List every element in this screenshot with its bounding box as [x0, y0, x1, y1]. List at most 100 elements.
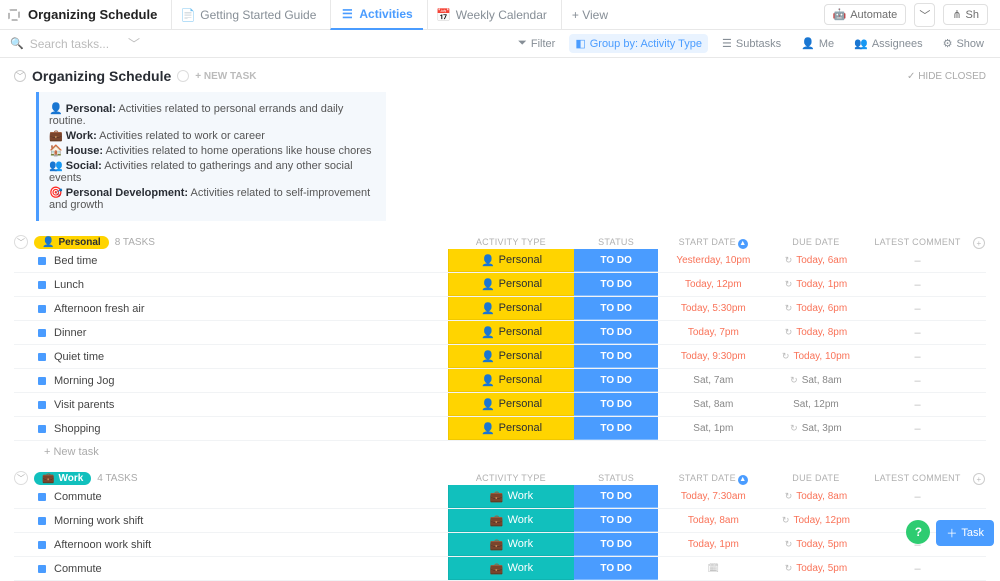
start-date-cell[interactable]: Sat, 1pm [658, 417, 769, 440]
task-title-cell[interactable]: Commute [14, 557, 448, 580]
status-square[interactable] [38, 281, 46, 289]
activity-type-cell[interactable]: 💼Work [448, 485, 575, 508]
search-tasks-input[interactable]: 🔍 Search tasks... ﹀ [10, 35, 140, 52]
column-header-type[interactable]: ACTIVITY TYPE [447, 473, 574, 485]
due-date-cell[interactable]: ↻Today, 8pm [769, 321, 863, 344]
task-row[interactable]: Commute 💼Work TO DO 🗓 ↻Today, 5pm – [14, 557, 986, 581]
activity-type-cell[interactable]: 💼Work [448, 533, 575, 556]
add-column-button[interactable]: + [973, 473, 985, 485]
task-row[interactable]: Morning work shift 💼Work TO DO Today, 8a… [14, 509, 986, 533]
date-placeholder-icon[interactable]: 🗓 [708, 563, 719, 574]
help-button[interactable]: ? [906, 520, 930, 544]
subtasks-button[interactable]: ☰Subtasks [716, 34, 787, 53]
new-task-button[interactable]: ＋Task [936, 520, 994, 546]
activity-type-cell[interactable]: 💼Work [448, 509, 575, 532]
task-title-cell[interactable]: Shopping [14, 417, 448, 440]
activity-type-cell[interactable]: 👤Personal [448, 417, 575, 440]
column-header-type[interactable]: ACTIVITY TYPE [447, 237, 574, 249]
status-cell[interactable]: TO DO [574, 533, 657, 556]
activity-type-cell[interactable]: 💼Work [448, 557, 575, 580]
task-row[interactable]: Dinner 👤Personal TO DO Today, 7pm ↻Today… [14, 321, 986, 345]
latest-comment-cell[interactable]: – [863, 393, 972, 416]
assignees-button[interactable]: 👥Assignees [848, 34, 928, 53]
latest-comment-cell[interactable]: – [863, 485, 972, 508]
hide-closed-toggle[interactable]: ✓ HIDE CLOSED [907, 71, 986, 82]
activity-type-cell[interactable]: 👤Personal [448, 393, 575, 416]
column-header-status[interactable]: STATUS [574, 473, 657, 485]
status-cell[interactable]: TO DO [574, 249, 657, 272]
show-button[interactable]: ⚙Show [937, 34, 990, 53]
task-row[interactable]: Afternoon fresh air 👤Personal TO DO Toda… [14, 297, 986, 321]
task-title-cell[interactable]: Afternoon work shift [14, 533, 448, 556]
latest-comment-cell[interactable]: – [863, 369, 972, 392]
status-cell[interactable]: TO DO [574, 297, 657, 320]
status-square[interactable] [38, 517, 46, 525]
task-row[interactable]: Commute 💼Work TO DO Today, 7:30am ↻Today… [14, 485, 986, 509]
due-date-cell[interactable]: ↻Today, 8am [769, 485, 863, 508]
task-row[interactable]: Morning Jog 👤Personal TO DO Sat, 7am ↻Sa… [14, 369, 986, 393]
activity-type-cell[interactable]: 👤Personal [448, 369, 575, 392]
status-cell[interactable]: TO DO [574, 369, 657, 392]
column-header-comment[interactable]: LATEST COMMENT [863, 237, 972, 249]
start-date-cell[interactable]: Sat, 7am [658, 369, 769, 392]
latest-comment-cell[interactable]: – [863, 345, 972, 368]
due-date-cell[interactable]: Sat, 12pm [769, 393, 863, 416]
tab-weekly-calendar[interactable]: 📅 Weekly Calendar [427, 0, 557, 30]
task-title-cell[interactable]: Lunch [14, 273, 448, 296]
activity-type-cell[interactable]: 👤Personal [448, 249, 575, 272]
status-cell[interactable]: TO DO [574, 557, 657, 580]
me-button[interactable]: 👤Me [795, 34, 840, 53]
latest-comment-cell[interactable]: – [863, 557, 972, 580]
status-square[interactable] [38, 305, 46, 313]
column-header-start[interactable]: START DATE▲ [658, 473, 769, 485]
status-cell[interactable]: TO DO [574, 485, 657, 508]
latest-comment-cell[interactable]: – [863, 273, 972, 296]
column-header-due[interactable]: DUE DATE [769, 473, 863, 485]
start-date-cell[interactable]: Yesterday, 10pm [658, 249, 769, 272]
automate-button[interactable]: 🤖 Automate [824, 4, 907, 25]
status-square[interactable] [38, 541, 46, 549]
status-cell[interactable]: TO DO [574, 393, 657, 416]
activity-type-cell[interactable]: 👤Personal [448, 345, 575, 368]
task-title-cell[interactable]: Morning Jog [14, 369, 448, 392]
start-date-cell[interactable]: Today, 8am [658, 509, 769, 532]
due-date-cell[interactable]: ↻Today, 5pm [769, 533, 863, 556]
status-square[interactable] [38, 377, 46, 385]
start-date-cell[interactable]: Today, 1pm [658, 533, 769, 556]
status-square[interactable] [38, 329, 46, 337]
tab-activities[interactable]: ☰ Activities [330, 0, 422, 30]
status-cell[interactable]: TO DO [574, 321, 657, 344]
list-settings-button[interactable] [177, 70, 189, 82]
collapse-list-button[interactable]: ﹀ [14, 70, 26, 82]
due-date-cell[interactable]: ↻Sat, 8am [769, 369, 863, 392]
status-cell[interactable]: TO DO [574, 273, 657, 296]
latest-comment-cell[interactable]: – [863, 321, 972, 344]
start-date-cell[interactable]: Sat, 8am [658, 393, 769, 416]
task-row[interactable]: Bed time 👤Personal TO DO Yesterday, 10pm… [14, 249, 986, 273]
status-cell[interactable]: TO DO [574, 509, 657, 532]
activity-type-cell[interactable]: 👤Personal [448, 297, 575, 320]
filter-button[interactable]: ⏷Filter [512, 34, 561, 53]
task-row[interactable]: Quiet time 👤Personal TO DO Today, 9:30pm… [14, 345, 986, 369]
due-date-cell[interactable]: ↻Today, 12pm [769, 509, 863, 532]
task-row[interactable]: Shopping 👤Personal TO DO Sat, 1pm ↻Sat, … [14, 417, 986, 441]
activity-type-cell[interactable]: 👤Personal [448, 321, 575, 344]
start-date-cell[interactable]: Today, 7pm [658, 321, 769, 344]
start-date-cell[interactable]: Today, 9:30pm [658, 345, 769, 368]
task-title-cell[interactable]: Bed time [14, 249, 448, 272]
column-header-due[interactable]: DUE DATE [769, 237, 863, 249]
due-date-cell[interactable]: ↻Today, 1pm [769, 273, 863, 296]
task-row[interactable]: Lunch 👤Personal TO DO Today, 12pm ↻Today… [14, 273, 986, 297]
task-title-cell[interactable]: Visit parents [14, 393, 448, 416]
share-button[interactable]: ⋔ Sh [943, 4, 988, 25]
status-square[interactable] [38, 353, 46, 361]
new-task-link[interactable]: + NEW TASK [195, 71, 256, 82]
activity-type-cell[interactable]: 👤Personal [448, 273, 575, 296]
due-date-cell[interactable]: ↻Today, 6am [769, 249, 863, 272]
start-date-cell[interactable]: Today, 12pm [658, 273, 769, 296]
add-view-button[interactable]: + View [561, 0, 618, 30]
status-square[interactable] [38, 493, 46, 501]
due-date-cell[interactable]: ↻Today, 6pm [769, 297, 863, 320]
latest-comment-cell[interactable]: – [863, 417, 972, 440]
automate-dropdown[interactable]: ﹀ [914, 3, 935, 27]
